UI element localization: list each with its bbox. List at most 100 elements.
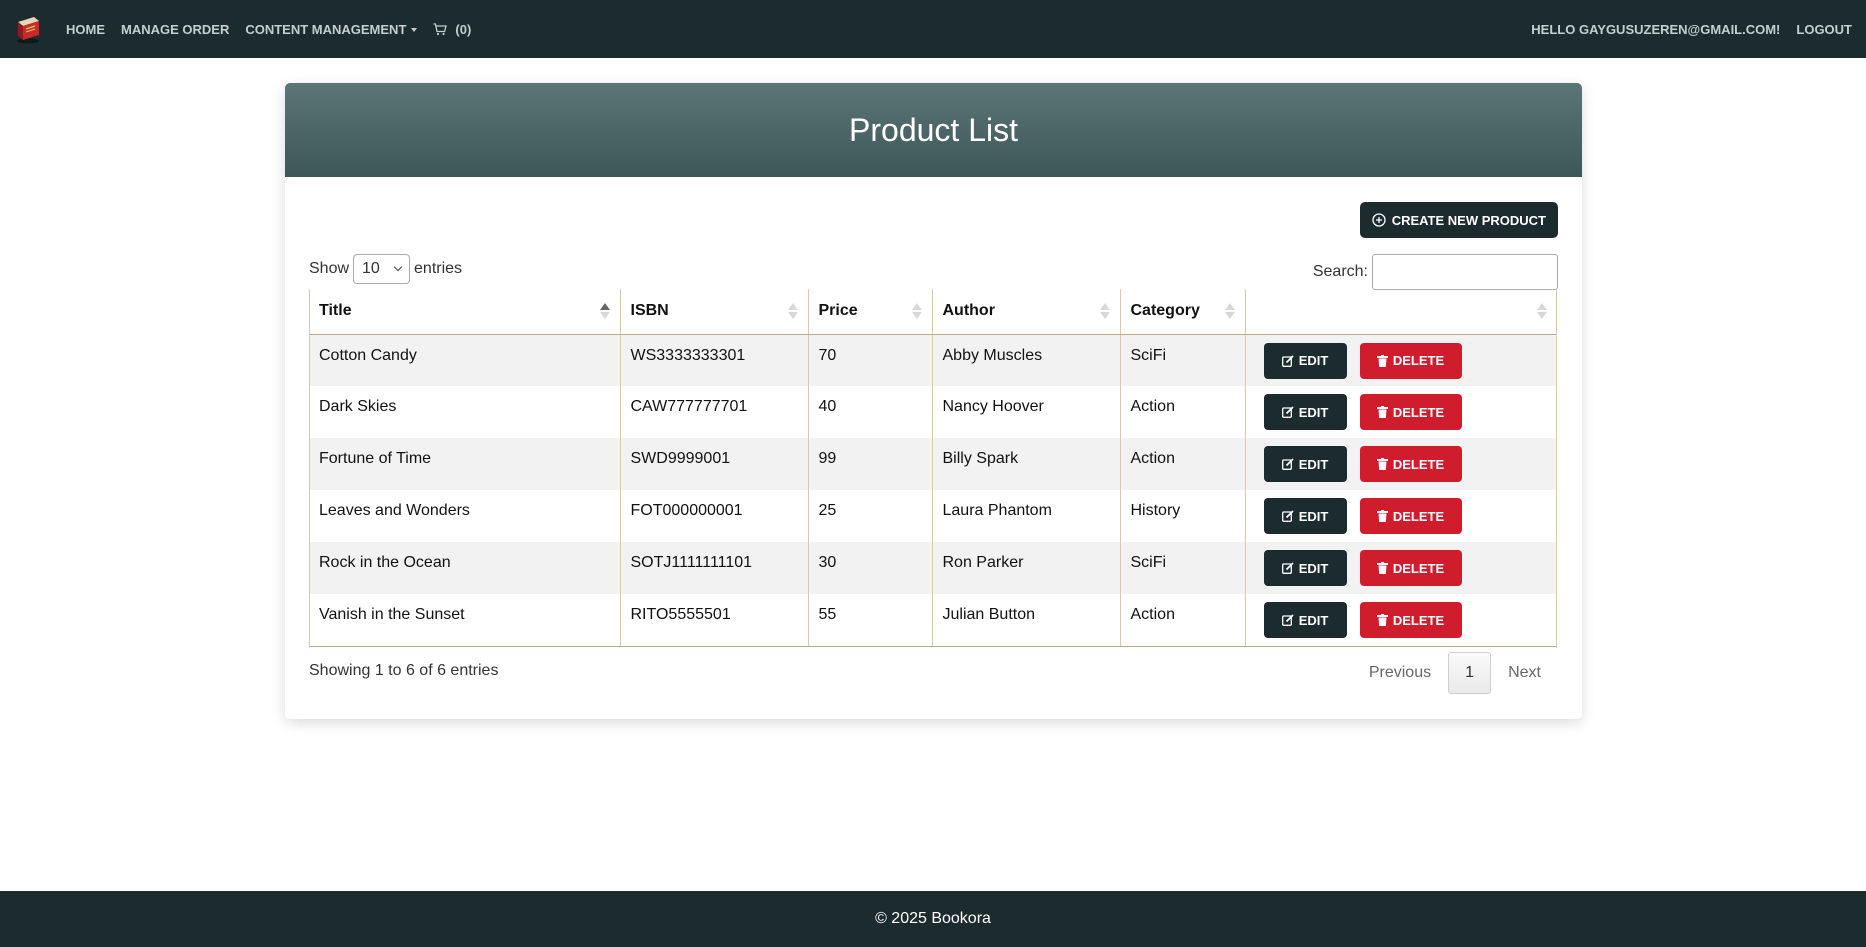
edit-button[interactable]: EDIT (1263, 550, 1347, 586)
delete-button[interactable]: DELETE (1359, 342, 1462, 379)
table-row: Rock in the Ocean SOTJ1111111101 30 Ron Par… (309, 542, 1557, 594)
delete-label: DELETE (1392, 456, 1445, 472)
delete-button[interactable]: DELETE (1359, 446, 1462, 482)
delete-label: DELETE (1392, 612, 1445, 628)
cell-category: Action (1120, 438, 1246, 490)
nav-logout[interactable]: LOGOUT (1796, 22, 1852, 37)
create-product-button[interactable]: CREATE NEW PRODUCT (1359, 202, 1558, 238)
cell-isbn: FOT000000001 (620, 490, 809, 542)
cell-actions: EDIT DELETE (1245, 542, 1557, 594)
edit-icon (1281, 458, 1294, 470)
cell-price: 25 (808, 490, 933, 542)
entries-length-control: Show 10 entries (309, 254, 462, 284)
search-label: Search: (1312, 263, 1368, 280)
nav-manage-order[interactable]: MANAGE ORDER (121, 22, 229, 37)
col-author-header[interactable]: Author (932, 289, 1121, 335)
cell-actions: EDIT DELETE (1245, 594, 1557, 647)
previous-page-button[interactable]: Previous (1352, 664, 1448, 682)
edit-icon (1281, 354, 1294, 367)
book-icon[interactable] (14, 14, 42, 44)
cell-title: Cotton Candy (309, 334, 621, 386)
header-label: Category (1130, 302, 1200, 320)
cell-author: Abby Muscles (932, 334, 1121, 386)
trash-icon (1376, 458, 1388, 470)
next-page-button[interactable]: Next (1491, 664, 1558, 682)
trash-icon (1376, 354, 1388, 367)
header-label: Author (942, 302, 995, 320)
delete-button[interactable]: DELETE (1359, 394, 1462, 430)
page-footer: © 2025 Bookora (0, 891, 1866, 947)
nav-user-greeting[interactable]: HELLO GAYGUSUZEREN@GMAIL.COM! (1531, 22, 1780, 37)
delete-button[interactable]: DELETE (1359, 498, 1462, 534)
table-header-row: Title ISBN Price Author Category (309, 289, 1557, 335)
cell-author: Nancy Hoover (932, 386, 1121, 438)
edit-icon (1281, 614, 1294, 626)
col-actions-header[interactable] (1245, 289, 1557, 335)
col-category-header[interactable]: Category (1120, 289, 1246, 335)
edit-label: EDIT (1298, 353, 1329, 368)
sort-icon (787, 303, 798, 320)
delete-label: DELETE (1392, 508, 1445, 524)
edit-icon (1281, 510, 1294, 522)
page-title: Product List (849, 111, 1018, 148)
cell-category: SciFi (1120, 542, 1246, 594)
cell-author: Laura Phantom (932, 490, 1121, 542)
trash-icon (1376, 614, 1388, 626)
header-label: Price (818, 302, 858, 320)
cell-price: 99 (808, 438, 933, 490)
cell-author: Billy Spark (932, 438, 1121, 490)
product-table: Title ISBN Price Author Category Cotton Cand… (309, 289, 1557, 647)
delete-button[interactable]: DELETE (1359, 602, 1462, 638)
cell-category: History (1120, 490, 1246, 542)
plus-circle-icon (1372, 213, 1386, 227)
edit-button[interactable]: EDIT (1263, 498, 1347, 534)
sort-icon (911, 303, 922, 320)
sort-icon (1224, 303, 1235, 320)
cell-actions: EDIT DELETE (1245, 438, 1557, 490)
trash-icon (1376, 562, 1388, 574)
cell-price: 70 (808, 334, 933, 386)
nav-home[interactable]: HOME (66, 22, 105, 37)
cell-isbn: RITO5555501 (620, 594, 809, 647)
edit-button[interactable]: EDIT (1263, 394, 1347, 430)
table-info: Showing 1 to 6 of 6 entries (309, 662, 499, 679)
search-input[interactable] (1372, 254, 1558, 290)
cell-actions: EDIT DELETE (1245, 490, 1557, 542)
cell-isbn: SWD9999001 (620, 438, 809, 490)
nav-content-management[interactable]: CONTENT MANAGEMENT (245, 21, 418, 37)
nav-cart[interactable]: (0) (433, 22, 471, 37)
edit-button[interactable]: EDIT (1263, 342, 1347, 379)
nav-content-management-label: CONTENT MANAGEMENT (245, 21, 407, 37)
col-title-header[interactable]: Title (309, 289, 621, 335)
trash-icon (1376, 510, 1388, 522)
caret-down-icon (411, 28, 418, 33)
chevron-down-icon (393, 262, 403, 272)
top-navbar: HOME MANAGE ORDER CONTENT MANAGEMENT (0)… (0, 0, 1866, 58)
cart-icon (433, 22, 448, 35)
cell-author: Ron Parker (932, 542, 1121, 594)
cell-title: Fortune of Time (309, 438, 621, 490)
edit-label: EDIT (1298, 612, 1329, 628)
table-row: Cotton Candy WS3333333301 70 Abby Muscles Sc… (309, 334, 1557, 386)
page-size-select[interactable]: 10 (353, 254, 411, 284)
cell-price: 55 (808, 594, 933, 647)
table-body: Cotton Candy WS3333333301 70 Abby Muscles Sc… (309, 334, 1557, 647)
col-price-header[interactable]: Price (808, 289, 933, 335)
delete-button[interactable]: DELETE (1359, 550, 1462, 586)
edit-icon (1281, 562, 1294, 574)
page-size-value: 10 (362, 260, 380, 277)
sort-icon (1099, 303, 1110, 320)
show-label: Show (309, 260, 350, 277)
cell-price: 40 (808, 386, 933, 438)
edit-label: EDIT (1298, 456, 1329, 472)
page-1-button[interactable]: 1 (1448, 652, 1492, 694)
delete-label: DELETE (1392, 404, 1445, 420)
table-row: Fortune of Time SWD9999001 99 Billy Spark Ac… (309, 438, 1557, 490)
header-label: Title (319, 302, 352, 320)
edit-button[interactable]: EDIT (1263, 602, 1347, 638)
col-isbn-header[interactable]: ISBN (620, 289, 809, 335)
edit-button[interactable]: EDIT (1263, 446, 1347, 482)
entries-label: entries (414, 260, 463, 277)
cell-title: Vanish in the Sunset (309, 594, 621, 647)
table-row: Leaves and Wonders FOT000000001 25 Laura Ph… (309, 490, 1557, 542)
